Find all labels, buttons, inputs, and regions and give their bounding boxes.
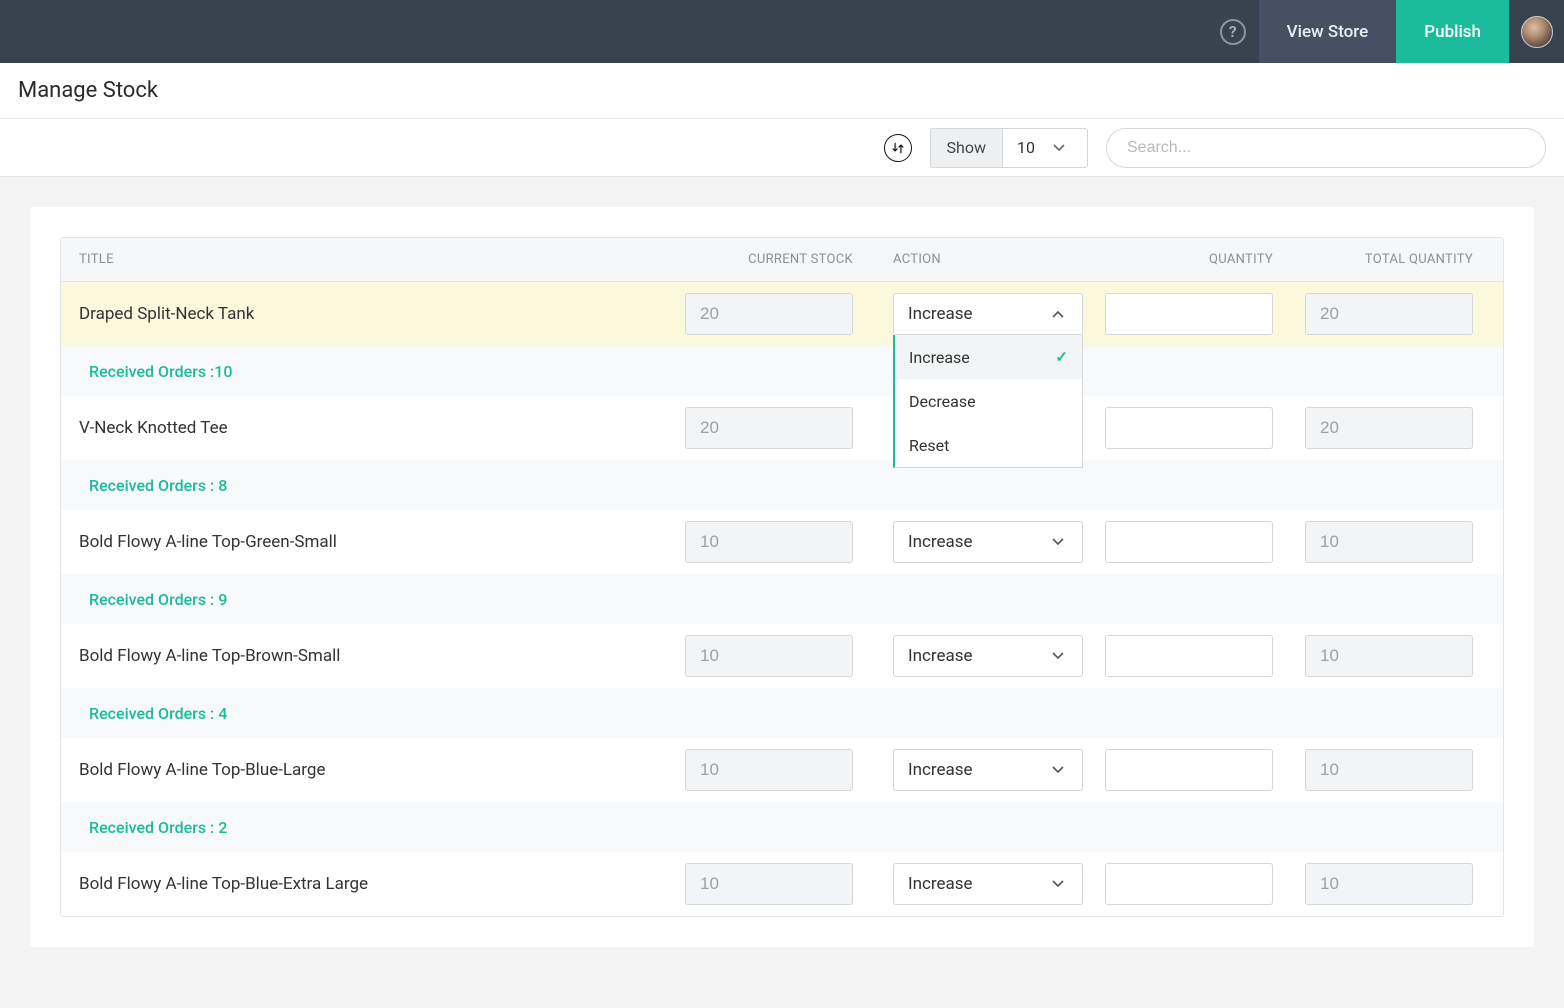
product-title: Bold Flowy A-line Top-Brown-Small bbox=[61, 646, 693, 666]
user-avatar-button[interactable] bbox=[1509, 16, 1564, 48]
table-row: Draped Split-Neck Tank Increase Increase… bbox=[61, 282, 1503, 346]
current-stock-input bbox=[685, 863, 853, 905]
quantity-input[interactable] bbox=[1105, 863, 1273, 905]
total-quantity-input bbox=[1305, 521, 1473, 563]
help-button[interactable]: ? bbox=[1207, 19, 1259, 45]
received-orders-row: Received Orders : 8 bbox=[61, 460, 1503, 510]
page-size-select[interactable]: 10 bbox=[1003, 129, 1087, 167]
current-stock-input bbox=[685, 407, 853, 449]
table-row: Bold Flowy A-line Top-Brown-Small Increa… bbox=[61, 624, 1503, 688]
action-option-reset[interactable]: Reset bbox=[895, 423, 1082, 467]
chevron-down-icon bbox=[1052, 764, 1064, 777]
received-orders-row: Received Orders : 4 bbox=[61, 688, 1503, 738]
th-title: TITLE bbox=[61, 252, 693, 267]
table-row: Bold Flowy A-line Top-Blue-Large Increas… bbox=[61, 738, 1503, 802]
chevron-up-icon bbox=[1052, 308, 1064, 321]
chevron-down-icon bbox=[1053, 141, 1065, 155]
table-row: V-Neck Knotted Tee Increase bbox=[61, 396, 1503, 460]
page-title: Manage Stock bbox=[18, 78, 158, 103]
received-orders-row: Received Orders : 2 bbox=[61, 802, 1503, 852]
th-quantity: QUANTITY bbox=[1083, 252, 1303, 267]
current-stock-input bbox=[685, 293, 853, 335]
action-select[interactable]: Increase bbox=[893, 521, 1083, 563]
current-stock-input bbox=[685, 521, 853, 563]
action-select-value: Increase bbox=[908, 646, 973, 666]
quantity-input[interactable] bbox=[1105, 407, 1273, 449]
table-header: TITLE CURRENT STOCK ACTION QUANTITY TOTA… bbox=[61, 238, 1503, 282]
quantity-input[interactable] bbox=[1105, 635, 1273, 677]
avatar-icon bbox=[1521, 16, 1553, 48]
page-size-control: Show 10 bbox=[930, 128, 1088, 168]
total-quantity-input bbox=[1305, 749, 1473, 791]
total-quantity-input bbox=[1305, 863, 1473, 905]
table-row: Bold Flowy A-line Top-Blue-Extra Large I… bbox=[61, 852, 1503, 916]
current-stock-input bbox=[685, 749, 853, 791]
quantity-input[interactable] bbox=[1105, 749, 1273, 791]
action-select[interactable]: Increase bbox=[893, 635, 1083, 677]
quantity-input[interactable] bbox=[1105, 293, 1273, 335]
publish-button[interactable]: Publish bbox=[1396, 0, 1509, 63]
product-title: Bold Flowy A-line Top-Blue-Extra Large bbox=[61, 874, 693, 894]
action-select-value: Increase bbox=[908, 760, 973, 780]
table-toolbar: Show 10 bbox=[0, 119, 1564, 177]
chevron-down-icon bbox=[1052, 536, 1064, 549]
product-title: V-Neck Knotted Tee bbox=[61, 418, 693, 438]
quantity-input[interactable] bbox=[1105, 521, 1273, 563]
total-quantity-input bbox=[1305, 293, 1473, 335]
view-store-button[interactable]: View Store bbox=[1259, 0, 1397, 63]
received-orders-row: Received Orders :10 bbox=[61, 346, 1503, 396]
action-select-value: Increase bbox=[908, 532, 973, 552]
action-option-increase[interactable]: Increase ✓ bbox=[895, 335, 1082, 379]
th-total: TOTAL QUANTITY bbox=[1303, 252, 1503, 267]
sort-icon bbox=[891, 141, 905, 155]
page-title-bar: Manage Stock bbox=[0, 63, 1564, 119]
page-size-value: 10 bbox=[1017, 138, 1035, 157]
total-quantity-input bbox=[1305, 635, 1473, 677]
stock-card: TITLE CURRENT STOCK ACTION QUANTITY TOTA… bbox=[30, 207, 1534, 947]
check-icon: ✓ bbox=[1055, 348, 1068, 366]
product-title: Bold Flowy A-line Top-Blue-Large bbox=[61, 760, 693, 780]
top-header: ? View Store Publish bbox=[0, 0, 1564, 63]
search-input[interactable] bbox=[1106, 128, 1546, 168]
action-select[interactable]: Increase bbox=[893, 863, 1083, 905]
th-action: ACTION bbox=[883, 252, 1083, 267]
action-select-value: Increase bbox=[908, 874, 973, 894]
chevron-down-icon bbox=[1052, 650, 1064, 663]
action-option-decrease[interactable]: Decrease bbox=[895, 379, 1082, 423]
help-icon: ? bbox=[1220, 19, 1246, 45]
received-orders-row: Received Orders : 9 bbox=[61, 574, 1503, 624]
stock-table: TITLE CURRENT STOCK ACTION QUANTITY TOTA… bbox=[60, 237, 1504, 917]
sort-button[interactable] bbox=[884, 134, 912, 162]
th-stock: CURRENT STOCK bbox=[693, 252, 883, 267]
action-select[interactable]: Increase bbox=[893, 293, 1083, 335]
product-title: Bold Flowy A-line Top-Green-Small bbox=[61, 532, 693, 552]
action-select[interactable]: Increase bbox=[893, 749, 1083, 791]
action-select-value: Increase bbox=[908, 304, 973, 324]
total-quantity-input bbox=[1305, 407, 1473, 449]
current-stock-input bbox=[685, 635, 853, 677]
product-title: Draped Split-Neck Tank bbox=[61, 304, 693, 324]
table-row: Bold Flowy A-line Top-Green-Small Increa… bbox=[61, 510, 1503, 574]
chevron-down-icon bbox=[1052, 878, 1064, 891]
show-label: Show bbox=[931, 129, 1003, 167]
action-dropdown: Increase ✓ Decrease Reset bbox=[893, 335, 1083, 468]
